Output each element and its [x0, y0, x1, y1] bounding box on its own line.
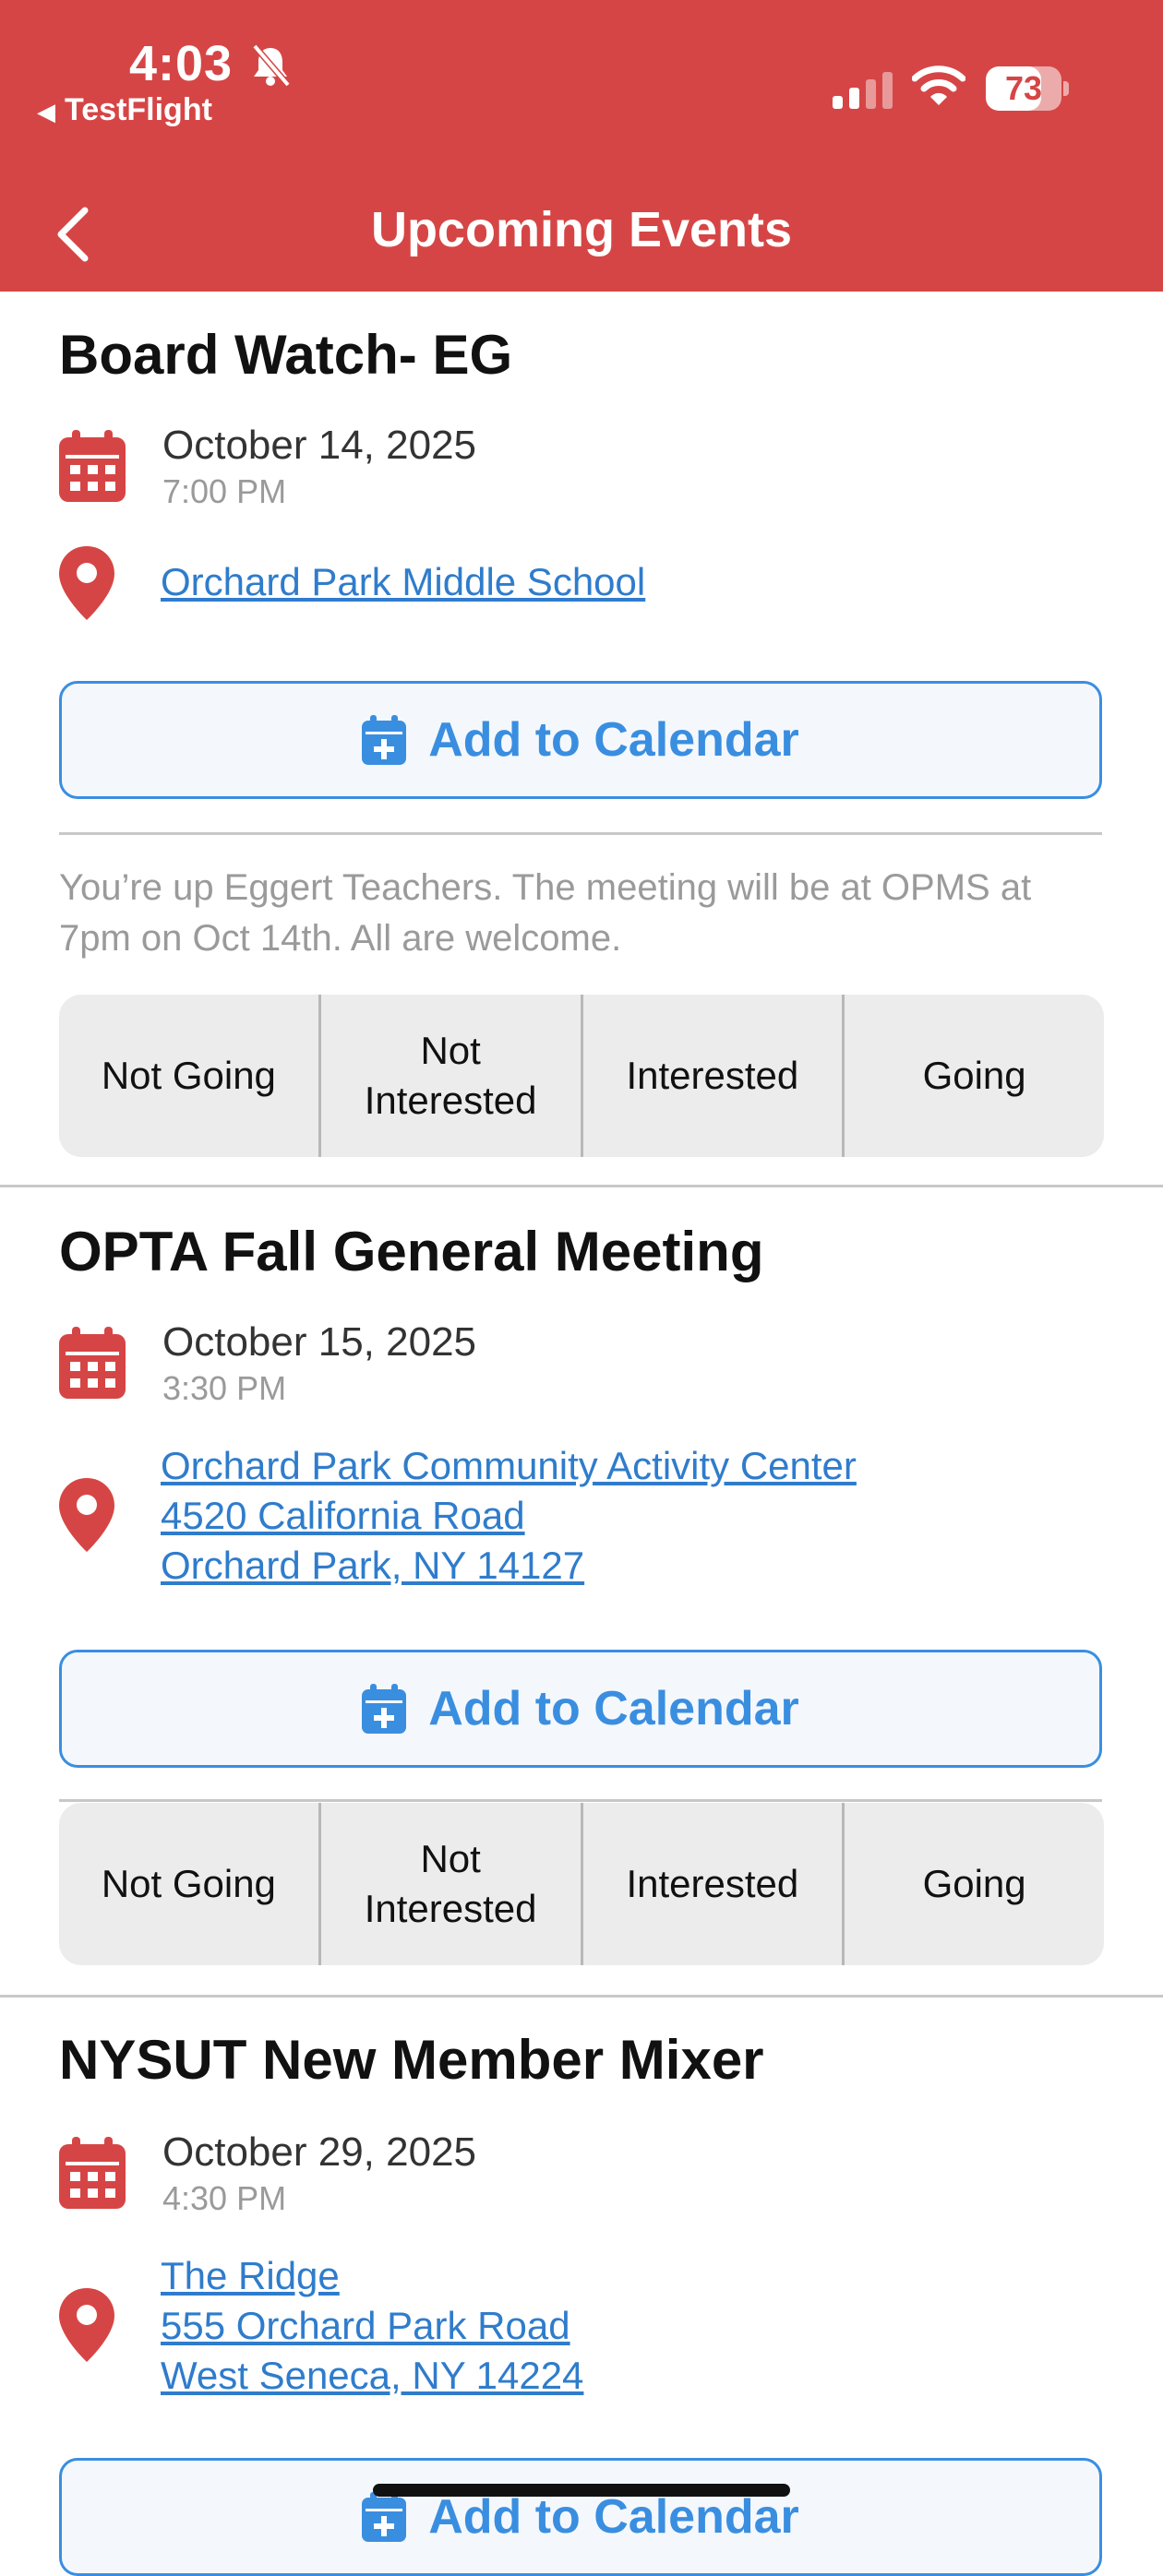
- signal-icon: [833, 72, 893, 109]
- rsvp-interested[interactable]: Interested: [583, 1803, 845, 1965]
- location-link-line-1[interactable]: Orchard Park Middle School: [161, 557, 645, 607]
- add-to-calendar-button[interactable]: Add to Calendar: [59, 2458, 1102, 2576]
- event-title: OPTA Fall General Meeting: [59, 1221, 764, 1282]
- rsvp-not-going[interactable]: Not Going: [59, 1803, 321, 1965]
- status-back-to-app[interactable]: ◀ TestFlight: [37, 92, 212, 128]
- calendar-plus-icon: [362, 715, 407, 765]
- rsvp-not-interested[interactable]: Not Interested: [321, 995, 583, 1157]
- location-link-line-3[interactable]: Orchard Park, NY 14127: [161, 1541, 857, 1591]
- page-title: Upcoming Events: [370, 202, 793, 257]
- home-indicator[interactable]: [373, 2484, 790, 2497]
- rsvp-not-interested[interactable]: Not Interested: [321, 1803, 583, 1965]
- separator: [59, 1799, 1102, 1802]
- rsvp-not-going[interactable]: Not Going: [59, 995, 321, 1157]
- event-location: Orchard Park Middle School: [161, 557, 645, 607]
- separator: [59, 832, 1102, 835]
- battery-indicator: 73: [986, 66, 1061, 111]
- event-time: 7:00 PM: [162, 472, 287, 510]
- rsvp-going[interactable]: Going: [845, 1803, 1104, 1965]
- event-date: October 14, 2025: [162, 423, 477, 468]
- rsvp-going[interactable]: Going: [845, 995, 1104, 1157]
- location-link-line-3[interactable]: West Seneca, NY 14224: [161, 2351, 583, 2401]
- add-to-calendar-button[interactable]: Add to Calendar: [59, 681, 1102, 799]
- battery-tip: [1063, 81, 1069, 96]
- calendar-plus-icon: [362, 1684, 407, 1734]
- calendar-icon: [59, 2137, 126, 2209]
- location-link-line-2[interactable]: 4520 California Road: [161, 1491, 857, 1541]
- location-link-line-2[interactable]: 555 Orchard Park Road: [161, 2301, 583, 2351]
- event-location: Orchard Park Community Activity Center 4…: [161, 1441, 857, 1591]
- add-to-calendar-label: Add to Calendar: [428, 2490, 799, 2544]
- bell-slash-icon: [252, 43, 291, 88]
- event-title: NYSUT New Member Mixer: [59, 2029, 764, 2091]
- location-pin-icon: [59, 1478, 114, 1552]
- location-link-line-1[interactable]: The Ridge: [161, 2251, 583, 2301]
- event-title: Board Watch- EG: [59, 324, 513, 386]
- rsvp-segmented-control: Not Going Not Interested Interested Goin…: [59, 1803, 1104, 1965]
- status-time: 4:03: [129, 36, 234, 91]
- location-link-line-1[interactable]: Orchard Park Community Activity Center: [161, 1441, 857, 1491]
- event-time: 4:30 PM: [162, 2179, 287, 2217]
- event-date: October 15, 2025: [162, 1319, 477, 1365]
- add-to-calendar-label: Add to Calendar: [428, 713, 799, 767]
- location-pin-icon: [59, 2288, 114, 2362]
- event-description: You’re up Eggert Teachers. The meeting w…: [59, 867, 1032, 959]
- add-to-calendar-button[interactable]: Add to Calendar: [59, 1650, 1102, 1768]
- calendar-icon: [59, 1327, 126, 1399]
- event-time: 3:30 PM: [162, 1369, 287, 1407]
- event-divider: [0, 1185, 1163, 1187]
- rsvp-segmented-control: Not Going Not Interested Interested Goin…: [59, 995, 1104, 1157]
- calendar-icon: [59, 430, 126, 502]
- back-triangle-icon: ◀: [37, 98, 55, 125]
- add-to-calendar-label: Add to Calendar: [428, 1682, 799, 1735]
- app-header: 4:03 ◀ TestFlight 73 Upcoming Events: [0, 0, 1163, 292]
- event-divider: [0, 1995, 1163, 1998]
- location-pin-icon: [59, 546, 114, 620]
- calendar-plus-icon: [362, 2492, 407, 2542]
- event-date: October 29, 2025: [162, 2129, 477, 2175]
- wifi-icon: [912, 66, 965, 105]
- rsvp-interested[interactable]: Interested: [583, 995, 845, 1157]
- event-location: The Ridge 555 Orchard Park Road West Sen…: [161, 2251, 583, 2401]
